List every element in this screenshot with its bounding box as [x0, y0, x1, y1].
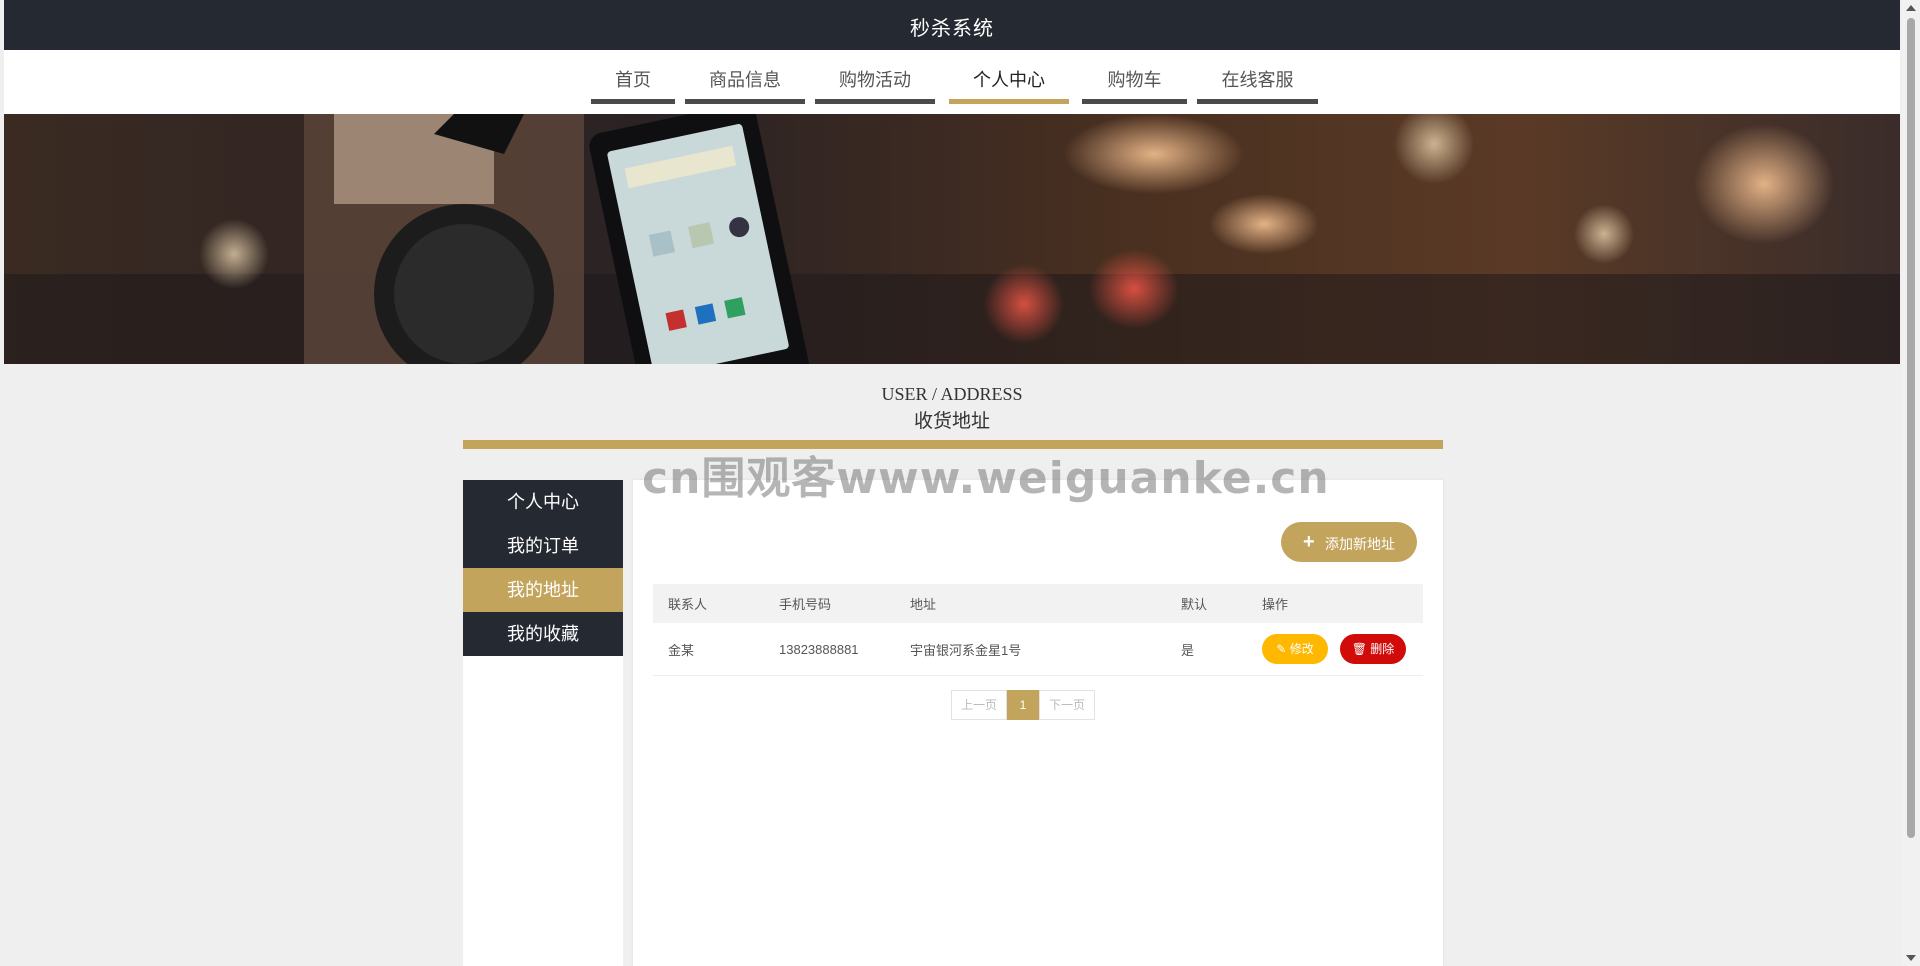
nav-tab-home[interactable]: 首页	[591, 66, 675, 104]
sidebar: 个人中心 我的订单 我的地址 我的收藏	[463, 480, 623, 966]
col-header-phone: 手机号码	[764, 584, 895, 623]
top-header: 秒杀系统	[4, 0, 1900, 50]
cell-default: 是	[1166, 623, 1247, 676]
pencil-icon: ✎	[1276, 642, 1287, 656]
col-header-contact: 联系人	[653, 584, 764, 623]
col-header-actions: 操作	[1247, 584, 1423, 623]
page-scrollbar[interactable]	[1902, 0, 1920, 966]
cell-phone: 13823888881	[764, 623, 895, 676]
page: 秒杀系统 首页 商品信息 购物活动 个人中心 购物车 在线客服 USER / A…	[4, 0, 1900, 966]
address-panel: + 添加新地址 联系人 手机号码 地址 默认 操作 金某 13823888881…	[633, 480, 1443, 966]
app-title: 秒杀系统	[910, 18, 994, 40]
col-header-default: 默认	[1166, 584, 1247, 623]
nav-tab-activities[interactable]: 购物活动	[815, 66, 935, 104]
scroll-down-arrow-icon[interactable]	[1906, 955, 1916, 961]
pagination: 上一页 1 下一页	[951, 690, 1095, 720]
sidebar-item-personal-center[interactable]: 个人中心	[463, 480, 623, 524]
cell-contact: 金某	[653, 623, 764, 676]
banner-image	[4, 114, 1900, 364]
sidebar-item-my-orders[interactable]: 我的订单	[463, 524, 623, 568]
cell-actions: ✎ 修改 🗑 删除	[1247, 623, 1423, 676]
col-header-address: 地址	[895, 584, 1166, 623]
edit-button[interactable]: ✎ 修改	[1262, 634, 1328, 664]
scroll-up-arrow-icon[interactable]	[1906, 5, 1916, 11]
trash-icon: 🗑	[1351, 642, 1367, 656]
nav-tab-personal-center[interactable]: 个人中心	[949, 66, 1069, 104]
section-title-cn: 收货地址	[913, 411, 990, 432]
table-row: 金某 13823888881 宇宙银河系金星1号 是 ✎ 修改 🗑 删除	[653, 623, 1423, 676]
plus-icon: +	[1303, 531, 1315, 553]
add-address-button[interactable]: + 添加新地址	[1281, 522, 1417, 562]
watermark: cn围观客www.weiguanke.cn	[642, 453, 1330, 504]
delete-label: 删除	[1370, 642, 1395, 656]
sidebar-item-my-address[interactable]: 我的地址	[463, 568, 623, 612]
nav-tab-products[interactable]: 商品信息	[685, 66, 805, 104]
main-nav: 首页 商品信息 购物活动 个人中心 购物车 在线客服	[4, 50, 1900, 114]
next-page-button[interactable]: 下一页	[1039, 690, 1095, 720]
scrollbar-thumb[interactable]	[1907, 18, 1915, 838]
prev-page-button[interactable]: 上一页	[951, 690, 1007, 720]
add-address-label: 添加新地址	[1325, 536, 1395, 552]
edit-label: 修改	[1289, 642, 1314, 656]
table-header-row: 联系人 手机号码 地址 默认 操作	[653, 584, 1423, 623]
section-title-en: USER / ADDRESS	[881, 384, 1023, 404]
address-table: 联系人 手机号码 地址 默认 操作 金某 13823888881 宇宙银河系金星…	[653, 584, 1423, 676]
nav-tab-cart[interactable]: 购物车	[1082, 66, 1187, 104]
cell-address: 宇宙银河系金星1号	[895, 623, 1166, 676]
hero-banner	[4, 114, 1900, 364]
page-1-button[interactable]: 1	[1007, 690, 1039, 720]
nav-tab-customer-service[interactable]: 在线客服	[1197, 66, 1318, 104]
sidebar-item-my-favorites[interactable]: 我的收藏	[463, 612, 623, 656]
delete-button[interactable]: 🗑 删除	[1340, 634, 1406, 664]
